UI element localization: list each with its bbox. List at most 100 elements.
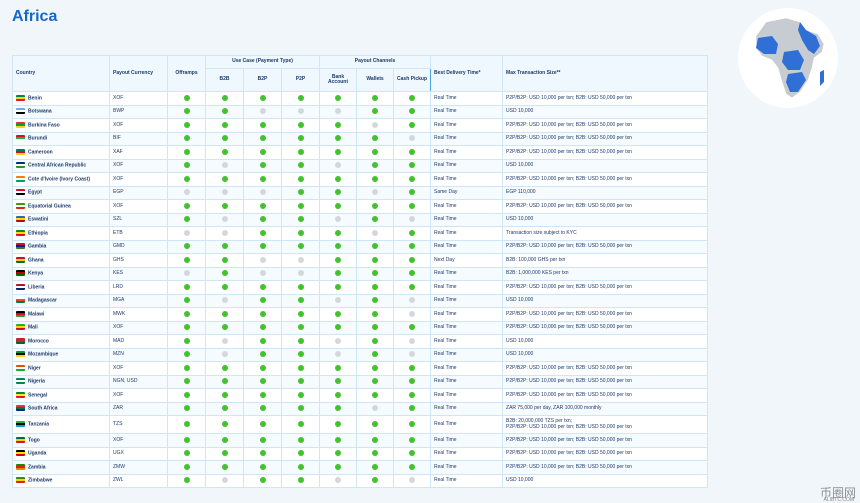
b2b-cell <box>205 239 244 254</box>
country-flag-icon <box>16 297 25 304</box>
p2p-cell <box>280 172 321 187</box>
b2p-cell <box>243 280 282 295</box>
table-row: Burundi BIF Real Time P2P/B2P: USD 10,000 p… <box>12 131 709 146</box>
header-delivery: Best Delivery Time* <box>430 55 504 92</box>
country-cell: Cameroon <box>12 145 110 160</box>
max-txn-cell: USD 10,000 <box>502 473 709 488</box>
cash-pickup-cell <box>393 347 432 362</box>
status-dot-icon <box>409 216 416 223</box>
status-dot-icon <box>183 121 190 128</box>
offramps-cell <box>167 104 206 119</box>
table-row: Benin XOF Real Time P2P/B2P: USD 10,000 per… <box>12 91 709 106</box>
status-dot-icon <box>183 175 190 182</box>
bank-account-cell <box>319 131 358 146</box>
b2b-cell <box>205 293 244 308</box>
country-cell: Eswatini <box>12 212 110 227</box>
country-name: Uganda <box>28 450 47 457</box>
country-cell: South Africa <box>12 401 110 416</box>
max-txn-text: P2P/B2P: USD 10,000 per txn; B2B: USD 50… <box>506 121 632 128</box>
max-txn-text: USD 10,000 <box>506 108 534 114</box>
bank-account-cell <box>319 473 358 488</box>
country-name: Botswana <box>28 108 52 115</box>
max-txn-text: USD 10,000 <box>506 216 534 222</box>
status-dot-icon <box>221 351 228 358</box>
status-dot-icon <box>221 450 228 457</box>
p2p-cell <box>280 158 321 173</box>
status-dot-icon <box>409 283 416 290</box>
b2p-cell <box>243 334 282 349</box>
country-name: Ghana <box>28 257 44 264</box>
offramps-cell <box>167 320 206 335</box>
country-name: Morocco <box>28 338 49 345</box>
status-dot-icon <box>335 405 342 412</box>
status-dot-icon <box>409 175 416 182</box>
p2p-cell <box>280 293 321 308</box>
max-txn-text: ZAR 75,000 per day, ZAR 100,000 monthly <box>506 405 602 411</box>
status-dot-icon <box>221 391 228 398</box>
b2p-cell <box>243 361 282 376</box>
currency-cell: MWK <box>109 307 168 322</box>
status-dot-icon <box>297 148 304 155</box>
currency-cell: XOF <box>109 91 168 106</box>
status-dot-icon <box>183 108 190 115</box>
country-cell: Tanzania <box>12 415 110 434</box>
currency-cell: XOF <box>109 361 168 376</box>
country-flag-icon <box>16 351 25 358</box>
status-dot-icon <box>372 310 379 317</box>
country-flag-icon <box>16 108 25 115</box>
bank-account-cell <box>319 433 358 448</box>
country-flag-icon <box>16 229 25 236</box>
cash-pickup-cell <box>393 226 432 241</box>
bank-account-cell <box>319 446 358 461</box>
status-dot-icon <box>372 256 379 263</box>
cash-pickup-cell <box>393 433 432 448</box>
max-txn-cell: P2P/B2P: USD 10,000 per txn; B2B: USD 50… <box>502 433 709 448</box>
cash-pickup-cell <box>393 104 432 119</box>
offramps-cell <box>167 388 206 403</box>
wallets-cell <box>356 212 395 227</box>
status-dot-icon <box>297 94 304 101</box>
country-flag-icon <box>16 391 25 398</box>
p2p-cell <box>280 212 321 227</box>
table-row: Zambia ZMW Real Time P2P/B2P: USD 10,000 pe… <box>12 460 709 475</box>
status-dot-icon <box>335 364 342 371</box>
delivery-cell: Real Time <box>430 239 504 254</box>
offramps-cell <box>167 361 206 376</box>
max-txn-cell: P2P/B2P: USD 10,000 per txn; B2B: USD 50… <box>502 280 709 295</box>
status-dot-icon <box>409 337 416 344</box>
status-dot-icon <box>221 229 228 236</box>
p2p-cell <box>280 199 321 214</box>
delivery-cell: Real Time <box>430 388 504 403</box>
status-dot-icon <box>297 270 304 277</box>
b2p-cell <box>243 91 282 106</box>
delivery-cell: Real Time <box>430 118 504 133</box>
delivery-cell: Real Time <box>430 374 504 389</box>
b2p-cell <box>243 347 282 362</box>
delivery-cell: Real Time <box>430 347 504 362</box>
status-dot-icon <box>409 189 416 196</box>
cash-pickup-cell <box>393 401 432 416</box>
country-flag-icon <box>16 324 25 331</box>
status-dot-icon <box>221 324 228 331</box>
delivery-cell: Real Time <box>430 104 504 119</box>
status-dot-icon <box>221 421 228 428</box>
country-flag-icon <box>16 189 25 196</box>
delivery-cell: Real Time <box>430 334 504 349</box>
status-dot-icon <box>372 189 379 196</box>
currency-cell: XAF <box>109 145 168 160</box>
max-txn-cell: USD 10,000 <box>502 293 709 308</box>
cash-pickup-cell <box>393 361 432 376</box>
status-dot-icon <box>409 135 416 142</box>
cash-pickup-cell <box>393 446 432 461</box>
status-dot-icon <box>183 364 190 371</box>
status-dot-icon <box>297 337 304 344</box>
b2p-cell <box>243 473 282 488</box>
currency-cell: EGP <box>109 185 168 200</box>
status-dot-icon <box>372 270 379 277</box>
b2b-cell <box>205 118 244 133</box>
currency-cell: ZAR <box>109 401 168 416</box>
status-dot-icon <box>335 283 342 290</box>
table-row: South Africa ZAR Real Time ZAR 75,000 per d… <box>12 401 709 416</box>
bank-account-cell <box>319 104 358 119</box>
cash-pickup-cell <box>393 91 432 106</box>
